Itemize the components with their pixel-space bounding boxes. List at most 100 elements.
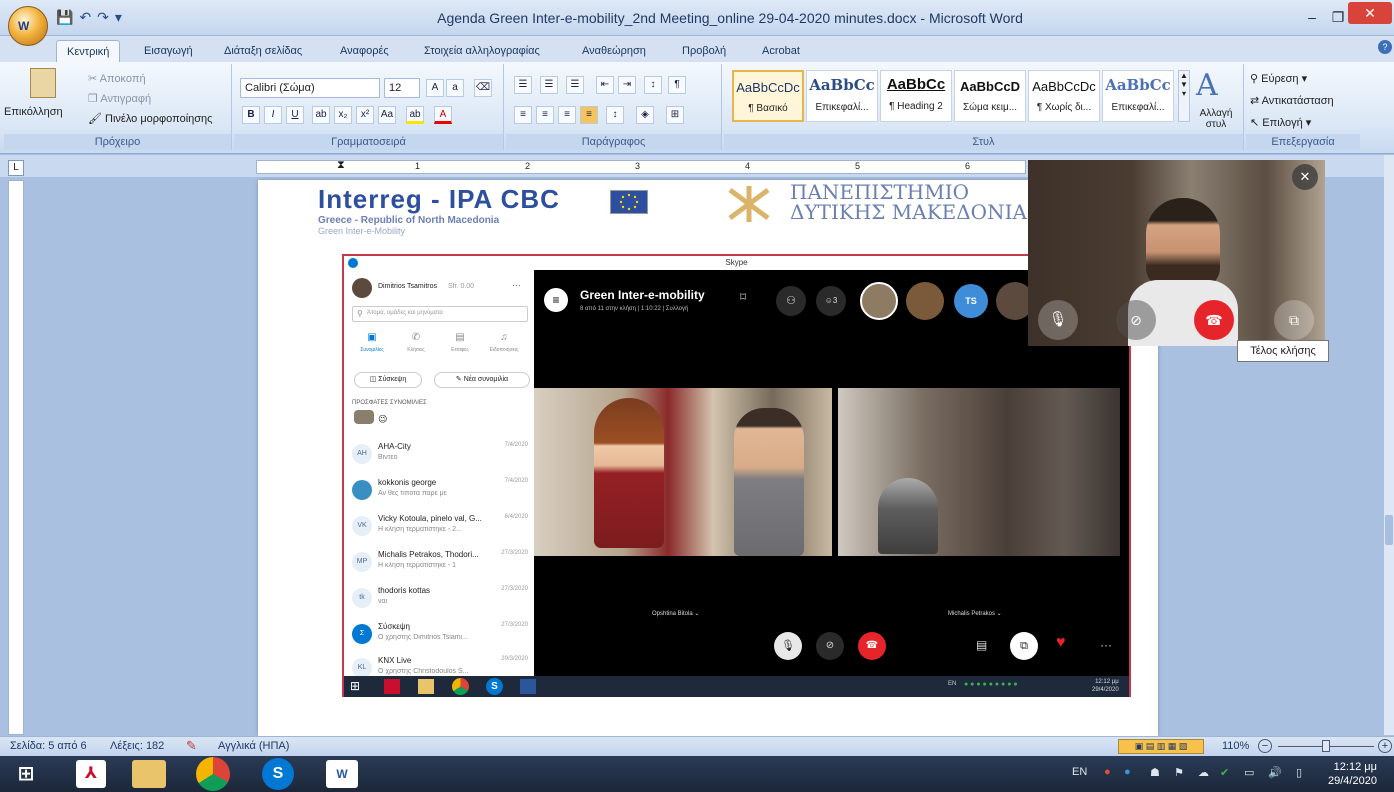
shading-icon[interactable]: ◈ (636, 106, 654, 124)
spellcheck-icon[interactable]: ✎ (186, 738, 197, 754)
tray-antivirus-icon[interactable]: ● (1104, 766, 1111, 778)
clock[interactable]: 12:12 μμ 29/4/2020 (1328, 760, 1377, 788)
change-case-icon[interactable]: Aa (378, 106, 396, 124)
skype-screenshot[interactable]: Skype Dimitrios Tsamitros Sfr. 0.00 ··· … (342, 254, 1131, 697)
close-button[interactable]: ✕ (1348, 2, 1392, 24)
participant-avatar[interactable] (860, 282, 898, 320)
more-icon[interactable]: ··· (512, 280, 521, 290)
undo-icon[interactable]: ↶ (79, 9, 91, 26)
strikethrough-icon[interactable]: ab (312, 106, 330, 124)
style-body-text[interactable]: AaBbCcD Σώμα κειμ... (954, 70, 1026, 122)
office-button[interactable]: W (8, 6, 48, 46)
camera-off-icon[interactable]: ⊘ (1116, 300, 1156, 340)
tray-cloud-icon[interactable]: ☁ (1198, 766, 1209, 779)
clear-format-icon[interactable]: ⌫ (474, 79, 492, 97)
chat-panel-icon[interactable]: ▤ (976, 638, 987, 652)
styles-scroll-icon[interactable]: ▲ ▼ ▾ (1178, 70, 1190, 122)
align-left-icon[interactable]: ≡ (514, 106, 532, 124)
zoom-out-icon[interactable]: − (1258, 739, 1272, 753)
scroll-thumb[interactable] (1385, 515, 1393, 545)
italic-icon[interactable]: I (264, 106, 282, 124)
chrome-icon[interactable] (196, 757, 230, 791)
video-tile-right[interactable] (838, 388, 1120, 556)
tray-check-icon[interactable]: ✔ (1220, 766, 1229, 779)
horizontal-ruler[interactable]: 1 2 3 4 5 6 ⧗ (256, 159, 1026, 174)
align-center-icon[interactable]: ≡ (536, 106, 554, 124)
find-button[interactable]: ⚲ Εύρεση ▾ (1250, 72, 1307, 85)
more-options-icon[interactable]: ··· (1100, 638, 1112, 652)
paste-icon[interactable] (30, 68, 56, 98)
meet-now-button[interactable]: ◫ Σύσκεψη (354, 372, 422, 388)
indent-marker-icon[interactable]: ⧗ (337, 159, 345, 172)
highlight-icon[interactable]: ab (406, 106, 424, 124)
tray-battery-icon[interactable]: ▯ (1296, 766, 1302, 779)
line-spacing-icon[interactable]: ↕ (606, 106, 624, 124)
cut-button[interactable]: ✂ Αποκοπή (88, 72, 146, 85)
numbering-icon[interactable]: ☰ (540, 76, 558, 94)
nav-calls[interactable]: ✆ Κλήσεις (398, 332, 434, 354)
redo-icon[interactable]: ↷ (97, 9, 109, 26)
user-avatar[interactable] (352, 278, 372, 298)
camera-off-icon[interactable]: ⊘ (816, 632, 844, 660)
list-item[interactable]: VK Vicky Kotoula, pinelo val, G... Η κλήση… (350, 510, 530, 546)
acrobat-icon[interactable]: ⅄ (76, 760, 106, 788)
shrink-font-icon[interactable]: a (446, 79, 464, 97)
video-tile-left[interactable] (534, 388, 832, 556)
tray-display-icon[interactable]: ▭ (1244, 766, 1254, 779)
copy-button[interactable]: ❐ Αντιγραφή (88, 92, 151, 105)
replace-button[interactable]: ⇄ Αντικατάσταση (1250, 94, 1334, 107)
font-name-combo[interactable]: Calibri (Σώμα) (240, 78, 380, 98)
style-heading-2[interactable]: AaBbCc ¶ Heading 2 (880, 70, 952, 122)
save-icon[interactable]: 💾 (56, 9, 73, 26)
windows-start-icon[interactable]: ⊞ (6, 760, 46, 788)
restore-call-icon[interactable]: ⧉ (1274, 300, 1314, 340)
tab-page-layout[interactable]: Διάταξη σελίδας (214, 40, 312, 62)
tab-references[interactable]: Αναφορές (330, 40, 399, 62)
bold-icon[interactable]: B (242, 106, 260, 124)
layout-icon[interactable]: ⌑ (740, 290, 746, 304)
tray-volume-icon[interactable]: 🔊 (1268, 766, 1282, 779)
mic-icon[interactable]: 🎙 (1038, 300, 1078, 340)
mic-icon[interactable]: 🎙 (774, 632, 802, 660)
style-heading-3[interactable]: AaBbCc Επικεφαλί... (1102, 70, 1174, 122)
paste-button[interactable]: Επικόλληση (4, 106, 63, 118)
select-button[interactable]: ↖ Επιλογή ▾ (1250, 116, 1311, 129)
page-indicator[interactable]: Σελίδα: 5 από 6 (10, 740, 87, 752)
vertical-ruler[interactable] (8, 180, 24, 735)
nav-contacts[interactable]: ▤ Επαφές (442, 332, 478, 354)
tray-network-icon[interactable]: ☗ (1150, 766, 1160, 779)
tab-mailings[interactable]: Στοιχεία αλληλογραφίας (414, 40, 550, 62)
show-marks-icon[interactable]: ¶ (668, 76, 686, 94)
font-size-combo[interactable]: 12 (384, 78, 420, 98)
tab-review[interactable]: Αναθεώρηση (572, 40, 656, 62)
zoom-slider-thumb[interactable] (1322, 740, 1330, 752)
change-styles-button[interactable]: Αλλαγή στυλ (1194, 108, 1238, 130)
borders-icon[interactable]: ⊞ (666, 106, 684, 124)
list-item[interactable]: KL KNX Live Ο χρήστης Christodoulos S... 20… (350, 652, 530, 676)
decrease-indent-icon[interactable]: ⇤ (596, 76, 614, 94)
help-icon[interactable]: ? (1378, 40, 1392, 54)
menu-icon[interactable]: ≡ (544, 288, 568, 312)
format-painter-button[interactable]: 🖌 Πινέλο μορφοποίησης (88, 112, 212, 125)
tab-view[interactable]: Προβολή (672, 40, 736, 62)
style-heading-1[interactable]: AaBbCc Επικεφαλί... (806, 70, 878, 122)
new-chat-button[interactable]: ✎ Νέα συνομιλία (434, 372, 530, 388)
participants-button[interactable]: ☺3 (816, 286, 846, 316)
add-person-icon[interactable]: ⚇ (776, 286, 806, 316)
view-buttons[interactable]: ▣ ▤ ▥ ▦ ▧ (1118, 739, 1204, 754)
participant-avatar-ts[interactable]: TS (954, 284, 988, 318)
skype-search-input[interactable]: ⚲ Άτομα, ομάδες και μηνύματα (352, 306, 528, 322)
change-styles-icon[interactable]: A (1196, 68, 1218, 103)
file-explorer-icon[interactable] (132, 760, 166, 788)
style-normal[interactable]: AaBbCcDc ¶ Βασικό (732, 70, 804, 122)
underline-icon[interactable]: U (286, 106, 304, 124)
language-indicator[interactable]: Αγγλικά (ΗΠΑ) (218, 740, 289, 752)
increase-indent-icon[interactable]: ⇥ (618, 76, 636, 94)
style-no-spacing[interactable]: AaBbCcDc ¶ Χωρίς δι... (1028, 70, 1100, 122)
tab-acrobat[interactable]: Acrobat (752, 40, 810, 62)
grow-font-icon[interactable]: A (426, 79, 444, 97)
vertical-scrollbar[interactable] (1384, 155, 1394, 735)
tray-flag-icon[interactable]: ⚑ (1174, 766, 1184, 779)
list-item[interactable]: KG kokkonis george Αν θες τιποτα παρε με 7/… (350, 474, 530, 510)
skype-icon[interactable]: S (262, 758, 294, 790)
